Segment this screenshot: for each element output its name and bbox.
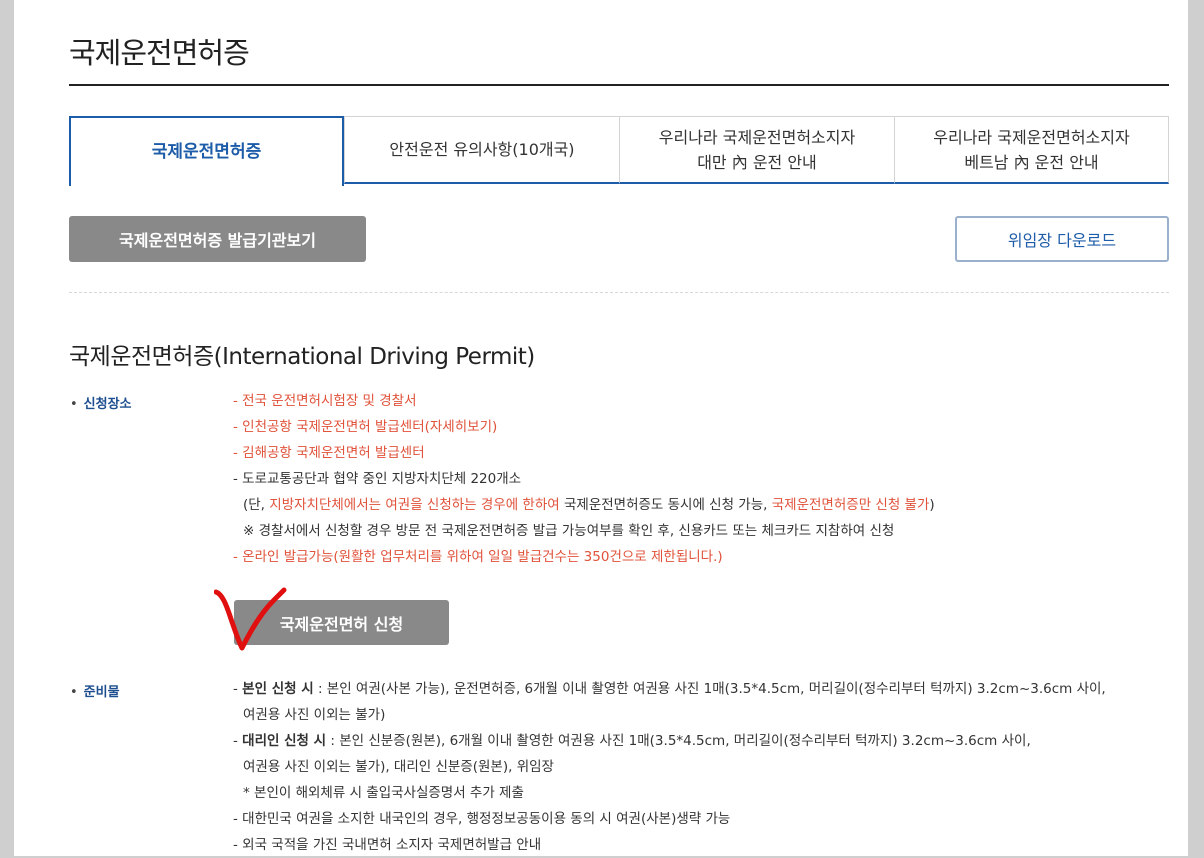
tab-taiwan-guide[interactable]: 우리나라 국제운전면허소지자 대만 內 운전 안내 <box>619 116 895 184</box>
note-text: ) <box>929 497 935 513</box>
section-title: 국제운전면허증(International Driving Permit) <box>69 344 535 370</box>
list-item: - 도로교통공단과 협약 중인 지방자치단체 220개소 <box>233 471 522 487</box>
tab-label-line2: 대만 內 운전 안내 <box>697 152 817 172</box>
foreigner-guide-link[interactable]: - 외국 국적을 가진 국내면허 소지자 국제면허발급 안내 <box>233 832 1106 858</box>
tab-label-line2: 베트남 內 운전 안내 <box>964 152 1099 172</box>
prep-label: • 준비물 <box>70 681 120 700</box>
incheon-center-link[interactable]: - 인천공항 국제운전면허 발급센터(자세히보기) <box>233 414 935 440</box>
download-power-of-attorney-button[interactable]: 위임장 다운로드 <box>955 216 1169 262</box>
page-title: 국제운전면허증 <box>69 36 250 70</box>
bullet-icon: • <box>70 685 78 700</box>
note-highlight: 지방자치단체에서는 여권을 신청하는 경우에 한하여 <box>269 497 560 513</box>
tab-label: 안전운전 유의사항(10개국) <box>389 140 575 159</box>
prep-label-text: 준비물 <box>83 685 120 700</box>
item-heading: 본인 신청 시 <box>242 681 314 697</box>
item-text: : 본인 신분증(원본), 6개월 이내 촬영한 여권용 사진 1매(3.5*4… <box>326 733 1031 749</box>
section-divider <box>69 292 1169 293</box>
apply-place-label-text: 신청장소 <box>83 397 132 412</box>
tab-label-line1: 우리나라 국제운전면허소지자 <box>658 127 856 147</box>
list-item: - 김해공항 국제운전면허 발급센터 <box>233 445 425 461</box>
note-highlight: 국제운전면허증만 신청 불가 <box>771 497 930 513</box>
dash: - <box>233 733 243 749</box>
bullet-icon: • <box>70 397 78 412</box>
check-mark-icon <box>214 587 287 651</box>
list-item-note: ※ 경찰서에서 신청할 경우 방문 전 국제운전면허증 발급 가능여부를 확인 … <box>243 523 895 539</box>
list-item: - 대리인 신청 시 : 본인 신분증(원본), 6개월 이내 촬영한 여권용 … <box>233 728 1106 754</box>
item-text: : 본인 여권(사본 가능), 운전면허증, 6개월 이내 촬영한 여권용 사진… <box>313 681 1106 697</box>
note-text: (단, <box>243 497 270 513</box>
list-item-continuation: 여권용 사진 이외는 불가), 대리인 신분증(원본), 위임장 <box>243 759 554 775</box>
tab-label: 국제운전면허증 <box>151 141 262 162</box>
list-item-note: (단, 지방자치단체에서는 여권을 신청하는 경우에 한하여 국제운전면허증도 … <box>233 492 935 518</box>
note-text: 국제운전면허증도 동시에 신청 가능, <box>559 497 772 513</box>
view-issuers-button[interactable]: 국제운전면허증 발급기관보기 <box>69 216 366 262</box>
tab-vietnam-guide[interactable]: 우리나라 국제운전면허소지자 베트남 內 운전 안내 <box>894 116 1169 184</box>
item-heading: 대리인 신청 시 <box>242 733 327 749</box>
apply-place-label: • 신청장소 <box>70 393 132 412</box>
apply-place-list: - 전국 운전면허시험장 및 경찰서 - 인천공항 국제운전면허 발급센터(자세… <box>233 388 935 570</box>
list-item: - 전국 운전면허시험장 및 경찰서 <box>233 393 417 409</box>
dash: - <box>233 681 243 697</box>
list-item: - 온라인 발급가능(원활한 업무처리를 위하여 일일 발급건수는 350건으로… <box>233 549 723 565</box>
list-item-continuation: 여권용 사진 이외는 불가) <box>243 707 386 723</box>
tab-bar: 국제운전면허증 안전운전 유의사항(10개국) 우리나라 국제운전면허소지자 대… <box>69 116 1169 186</box>
tab-international-permit[interactable]: 국제운전면허증 <box>69 116 344 186</box>
list-item: - 본인 신청 시 : 본인 여권(사본 가능), 운전면허증, 6개월 이내 … <box>233 676 1106 702</box>
list-item-note: * 본인이 해외체류 시 출입국사실증명서 추가 제출 <box>243 785 524 801</box>
tab-label-line1: 우리나라 국제운전면허소지자 <box>933 127 1130 147</box>
list-item: - 대한민국 여권을 소지한 내국인의 경우, 행정정보공동이용 동의 시 여권… <box>233 811 731 827</box>
title-divider <box>69 84 1169 86</box>
tab-safety-notes[interactable]: 안전운전 유의사항(10개국) <box>344 116 620 184</box>
page: 국제운전면허증 국제운전면허증 안전운전 유의사항(10개국) 우리나라 국제운… <box>14 0 1188 856</box>
prep-list: - 본인 신청 시 : 본인 여권(사본 가능), 운전면허증, 6개월 이내 … <box>233 676 1106 858</box>
